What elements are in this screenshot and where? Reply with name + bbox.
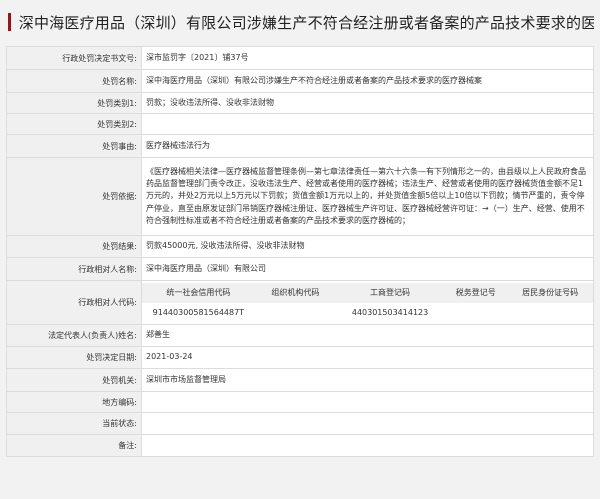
row-date: 处罚决定日期: 2021-03-24 xyxy=(6,346,594,369)
label-result: 处罚结果: xyxy=(6,235,142,258)
row-result: 处罚结果: 罚款45000元, 没收违法所得、没收非法财物 xyxy=(6,235,594,258)
value-cat2 xyxy=(141,113,594,135)
codes-header-business: 工商登记码 xyxy=(335,282,445,303)
value-counterpart: 深中海医疗用品（深圳）有限公司 xyxy=(141,257,594,281)
title-bar: 深中海医疗用品（深圳）有限公司涉嫌生产不符合经注册或者备案的产品技术要求的医疗器… xyxy=(6,8,594,36)
codes-header-credit: 统一社会信用代码 xyxy=(142,282,255,303)
label-legal-rep: 法定代表人(负责人)姓名: xyxy=(6,324,142,347)
row-cause: 处罚事由: 医疗器械违法行为 xyxy=(6,134,594,158)
label-counterpart: 行政相对人名称: xyxy=(6,257,142,281)
value-region xyxy=(141,391,594,413)
codes-header-id: 居民身份证号码 xyxy=(507,282,593,303)
row-authority: 处罚机关: 深圳市市场监督管理局 xyxy=(6,368,594,392)
page-title: 深中海医疗用品（深圳）有限公司涉嫌生产不符合经注册或者备案的产品技术要求的医疗器… xyxy=(18,13,594,32)
row-status: 当前状态: xyxy=(6,412,594,435)
row-name: 处罚名称: 深中海医疗用品（深圳）有限公司涉嫌生产不符合经注册或者备案的产品技术… xyxy=(6,69,594,93)
codes-subtable: 统一社会信用代码 组织机构代码 工商登记码 税务登记号 居民身份证号码 9144… xyxy=(142,282,593,323)
row-codes: 行政相对人代码: 统一社会信用代码 组织机构代码 工商登记码 税务登记号 居民身… xyxy=(6,280,594,325)
label-date: 处罚决定日期: xyxy=(6,346,142,369)
label-doc-no: 行政处罚决定书文号: xyxy=(6,46,142,70)
value-basis: 《医疗器械相关法律—医疗器械监督管理条例—第七章法律责任—第六十六条—有下列情形… xyxy=(141,157,594,236)
label-remark: 备注: xyxy=(6,434,142,457)
label-codes: 行政相对人代码: xyxy=(6,280,142,325)
page: 深中海医疗用品（深圳）有限公司涉嫌生产不符合经注册或者备案的产品技术要求的医疗器… xyxy=(0,0,600,499)
label-basis: 处罚依据: xyxy=(6,157,142,236)
label-status: 当前状态: xyxy=(6,412,142,435)
title-accent-bar xyxy=(8,13,11,31)
value-legal-rep: 郑善生 xyxy=(141,324,594,347)
label-authority: 处罚机关: xyxy=(6,368,142,392)
row-cat2: 处罚类别2: xyxy=(6,113,594,135)
value-doc-no: 深市监罚字〔2021〕铺37号 xyxy=(141,46,594,70)
row-legal-rep: 法定代表人(负责人)姓名: 郑善生 xyxy=(6,324,594,347)
label-name: 处罚名称: xyxy=(6,69,142,93)
row-basis: 处罚依据: 《医疗器械相关法律—医疗器械监督管理条例—第七章法律责任—第六十六条… xyxy=(6,157,594,236)
codes-header-org: 组织机构代码 xyxy=(254,282,336,303)
value-remark xyxy=(141,434,594,457)
label-cat1: 处罚类别1: xyxy=(6,92,142,114)
codes-value-tax xyxy=(444,303,507,323)
value-authority: 深圳市市场监督管理局 xyxy=(141,368,594,392)
penalty-info-table: 行政处罚决定书文号: 深市监罚字〔2021〕铺37号 处罚名称: 深中海医疗用品… xyxy=(6,46,594,457)
codes-value-id xyxy=(507,303,593,323)
row-doc-no: 行政处罚决定书文号: 深市监罚字〔2021〕铺37号 xyxy=(6,46,594,70)
row-remark: 备注: xyxy=(6,434,594,457)
value-cause: 医疗器械违法行为 xyxy=(141,134,594,158)
label-cat2: 处罚类别2: xyxy=(6,113,142,135)
codes-value-credit: 91440300581564487T xyxy=(152,308,245,317)
value-date: 2021-03-24 xyxy=(141,346,594,369)
value-cat1: 罚款；没收违法所得、没收非法财物 xyxy=(141,92,594,114)
label-region: 地方编码: xyxy=(6,391,142,413)
row-region: 地方编码: xyxy=(6,391,594,413)
value-status xyxy=(141,412,594,435)
row-cat1: 处罚类别1: 罚款；没收违法所得、没收非法财物 xyxy=(6,92,594,114)
value-name: 深中海医疗用品（深圳）有限公司涉嫌生产不符合经注册或者备案的产品技术要求的医疗器… xyxy=(141,69,594,93)
row-counterpart: 行政相对人名称: 深中海医疗用品（深圳）有限公司 xyxy=(6,257,594,281)
codes-value-org xyxy=(255,303,336,323)
codes-header-row: 统一社会信用代码 组织机构代码 工商登记码 税务登记号 居民身份证号码 xyxy=(142,282,593,303)
label-cause: 处罚事由: xyxy=(6,134,142,158)
codes-header-tax: 税务登记号 xyxy=(444,282,508,303)
codes-value-business: 440301503414123 xyxy=(351,308,429,317)
value-result: 罚款45000元, 没收违法所得、没收非法财物 xyxy=(141,235,594,258)
codes-cell: 统一社会信用代码 组织机构代码 工商登记码 税务登记号 居民身份证号码 9144… xyxy=(141,280,594,325)
codes-value-row: 91440300581564487T 440301503414123 xyxy=(142,303,593,323)
